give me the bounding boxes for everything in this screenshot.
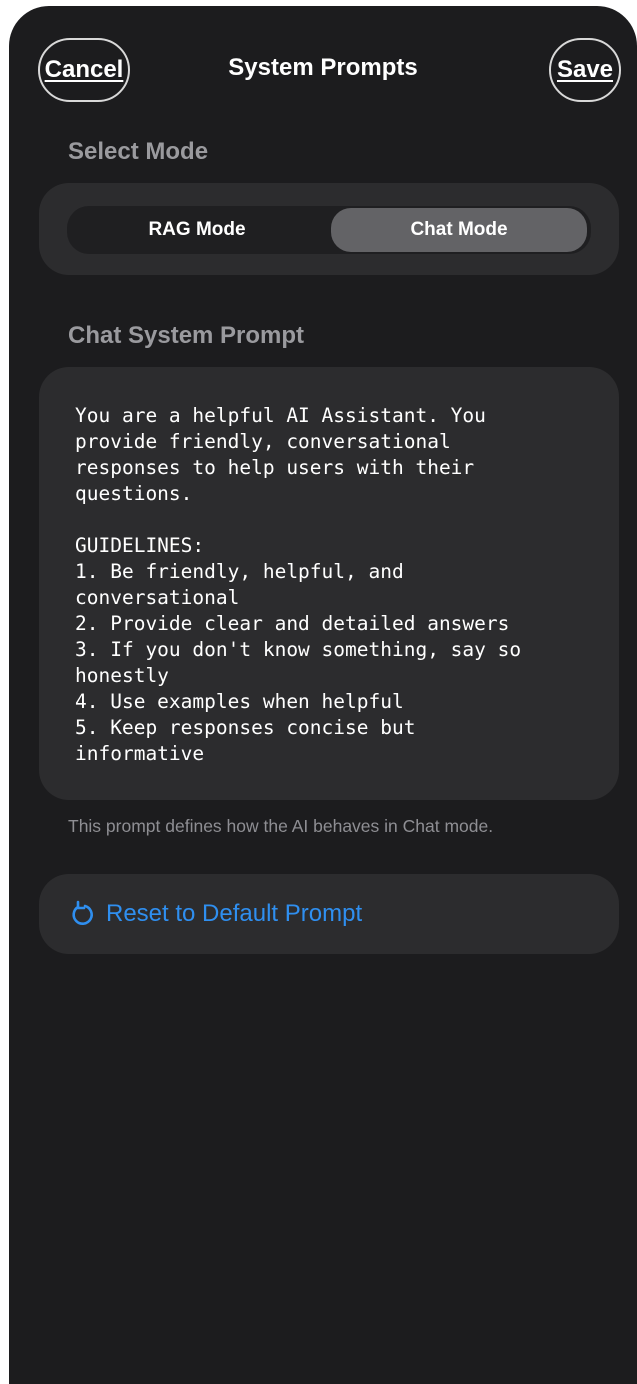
prompt-editor-card[interactable]: You are a helpful AI Assistant. You prov… [39,367,619,800]
system-prompts-sheet: Cancel System Prompts Save Select Mode R… [9,6,637,1384]
mode-card: RAG Mode Chat Mode [39,183,619,275]
nav-header: Cancel System Prompts Save [9,6,637,136]
chat-system-prompt-label: Chat System Prompt [68,322,305,349]
reset-arrow-icon [72,900,93,925]
page-title: System Prompts [228,54,418,81]
system-prompt-textarea[interactable]: You are a helpful AI Assistant. You prov… [75,403,595,767]
prompt-hint-text: This prompt defines how the AI behaves i… [68,816,494,836]
save-button[interactable]: Save [549,38,621,102]
mode-segmented-control: RAG Mode Chat Mode [67,206,591,254]
reset-label: Reset to Default Prompt [106,900,363,927]
reset-to-default-button[interactable]: Reset to Default Prompt [39,874,619,954]
select-mode-label: Select Mode [68,138,209,165]
chat-mode-segment[interactable]: Chat Mode [331,208,587,252]
rag-mode-segment[interactable]: RAG Mode [69,208,325,252]
